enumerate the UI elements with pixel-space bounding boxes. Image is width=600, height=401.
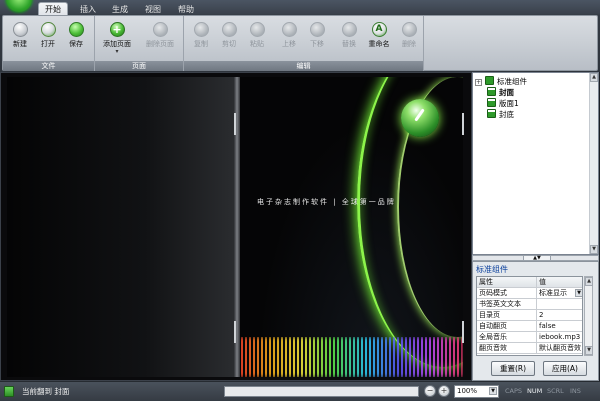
tree-scrollbar[interactable]: ▲ ▼: [589, 73, 598, 254]
logo-orb-icon: [401, 99, 439, 137]
table-row[interactable]: 页码模式 标准显示 ▼: [477, 288, 582, 299]
group-page: + 添加页面 ▾ 删除页面 页面: [95, 16, 184, 71]
status-bar: 当前翻到 封面 − + 100% ▼ CAPS NUM SCRL INS: [0, 381, 600, 401]
move-up-button[interactable]: 上移: [276, 22, 302, 49]
replace-icon: [341, 22, 357, 37]
table-row[interactable]: 翻页音效 默认翻页音效: [477, 343, 582, 354]
ribbon: 开始 插入 生成 视图 帮助 新建 打开 保存 文件 + 添加页面 ▾ 删除页面…: [0, 0, 600, 72]
rename-button[interactable]: A 重命名: [364, 22, 394, 49]
open-icon: [40, 22, 56, 37]
page-hinge: [462, 113, 464, 135]
tab-help[interactable]: 帮助: [172, 3, 200, 15]
header-property: 属性: [477, 277, 537, 287]
spectrum-decoration: [237, 337, 463, 377]
page-hinge: [462, 321, 464, 343]
delete-button[interactable]: 删除: [396, 22, 422, 49]
property-grid: 属性 值 页码模式 标准显示 ▼ 书签英文文本 目录页 2 自动翻页 false…: [476, 276, 583, 356]
page-icon: [487, 109, 496, 118]
replace-button[interactable]: 替换: [336, 22, 362, 49]
arrow-down-icon: [309, 22, 325, 37]
copy-icon: [193, 22, 209, 37]
page-icon: [487, 98, 496, 107]
properties-title: 标准组件: [476, 265, 508, 274]
grid-header: 属性 值: [477, 277, 582, 288]
tab-insert[interactable]: 插入: [74, 3, 102, 15]
apply-button[interactable]: 应用(A): [543, 361, 587, 376]
table-row[interactable]: 书签英文文本: [477, 299, 582, 310]
tab-generate[interactable]: 生成: [106, 3, 134, 15]
reset-button[interactable]: 重置(R): [491, 361, 535, 376]
group-label-edit: 编辑: [184, 61, 423, 71]
tab-start[interactable]: 开始: [38, 2, 68, 16]
property-scrollbar[interactable]: ▲ ▼: [584, 276, 593, 356]
new-icon: [12, 22, 28, 37]
group-label-page: 页面: [95, 61, 183, 71]
table-row[interactable]: 全局音乐 iebook.mp3: [477, 332, 582, 343]
tree-item-back-cover[interactable]: 封底: [487, 109, 514, 120]
component-icon: [485, 76, 494, 85]
copy-button[interactable]: 复制: [188, 22, 214, 49]
magazine-canvas[interactable]: 电子杂志制作软件 | 全球第一品牌: [0, 72, 472, 381]
ins-indicator: INS: [570, 387, 581, 395]
new-button[interactable]: 新建: [7, 22, 33, 49]
add-page-icon: +: [109, 22, 125, 37]
save-button[interactable]: 保存: [63, 22, 89, 49]
zoom-in-icon[interactable]: +: [438, 385, 450, 397]
page-icon: [4, 386, 14, 397]
paste-icon: [249, 22, 265, 37]
rename-icon: A: [371, 22, 387, 37]
add-page-button[interactable]: + 添加页面 ▾: [99, 22, 135, 55]
page-hinge: [234, 321, 236, 343]
left-page[interactable]: [7, 77, 237, 377]
ribbon-panel: 新建 打开 保存 文件 + 添加页面 ▾ 删除页面 页面 复制 剪切 粘贴 上移…: [2, 15, 598, 71]
cut-icon: [221, 22, 237, 37]
group-label-file: 文件: [3, 61, 94, 71]
delete-icon: [401, 22, 417, 37]
cover-tagline: 电子杂志制作软件 | 全球第一品牌: [257, 198, 396, 206]
right-page-cover[interactable]: 电子杂志制作软件 | 全球第一品牌: [237, 77, 463, 377]
chevron-down-icon[interactable]: ▼: [575, 289, 582, 297]
delete-page-button[interactable]: 删除页面: [141, 22, 179, 49]
scroll-up-icon[interactable]: ▲: [590, 73, 598, 82]
expand-icon[interactable]: +: [475, 79, 482, 86]
group-file: 新建 打开 保存 文件: [3, 16, 95, 71]
tree-item-cover[interactable]: 封面: [487, 87, 514, 98]
header-value: 值: [539, 278, 546, 286]
component-tree: + 标准组件 封面 版面1 封底 ▲ ▼: [472, 72, 599, 255]
delete-page-icon: [152, 22, 168, 37]
scrl-indicator: SCRL: [547, 387, 564, 395]
page-icon: [487, 87, 496, 96]
table-row[interactable]: 自动翻页 false: [477, 321, 582, 332]
properties-panel: 标准组件 属性 值 页码模式 标准显示 ▼ 书签英文文本 目录页 2 自动翻页 …: [472, 261, 599, 381]
paste-button[interactable]: 粘贴: [244, 22, 270, 49]
app-menu-orb-icon[interactable]: [6, 0, 32, 12]
tree-root[interactable]: + 标准组件: [475, 76, 527, 87]
progress-bar: [224, 386, 419, 397]
page-hinge: [234, 113, 236, 135]
chevron-down-icon[interactable]: ▼: [489, 387, 497, 395]
chevron-down-icon: ▾: [115, 48, 119, 55]
scroll-up-icon[interactable]: ▲: [585, 277, 593, 286]
group-edit: 复制 剪切 粘贴 上移 下移 替换 A 重命名 删除 编辑: [184, 16, 424, 71]
move-down-button[interactable]: 下移: [304, 22, 330, 49]
scroll-down-icon[interactable]: ▼: [585, 346, 593, 355]
tree-item-layout1[interactable]: 版面1: [487, 98, 519, 109]
save-icon: [68, 22, 84, 37]
scroll-down-icon[interactable]: ▼: [590, 245, 598, 254]
arrow-up-icon: [281, 22, 297, 37]
tab-view[interactable]: 视图: [139, 3, 167, 15]
caps-indicator: CAPS: [505, 387, 523, 395]
zoom-select[interactable]: 100% ▼: [454, 385, 499, 398]
open-button[interactable]: 打开: [35, 22, 61, 49]
cut-button[interactable]: 剪切: [216, 22, 242, 49]
table-row[interactable]: 目录页 2: [477, 310, 582, 321]
zoom-out-icon[interactable]: −: [424, 385, 436, 397]
current-page-status: 当前翻到 封面: [22, 387, 70, 396]
num-indicator: NUM: [527, 387, 543, 395]
